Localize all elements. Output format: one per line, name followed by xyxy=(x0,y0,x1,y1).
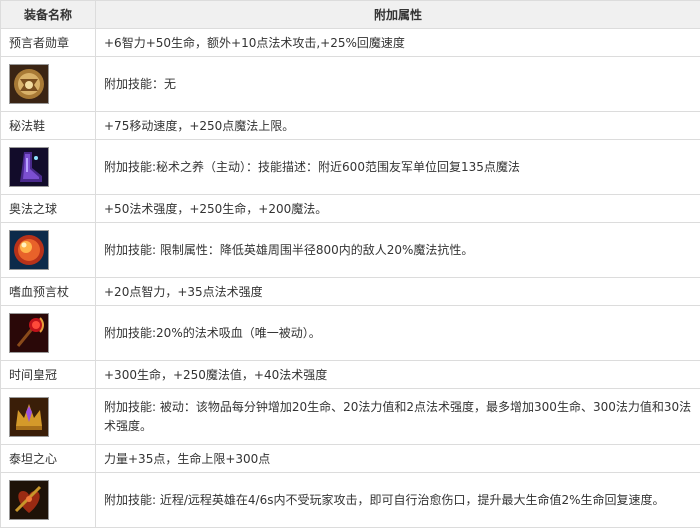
item-stats: +20点智力，+35点法术强度 xyxy=(96,278,700,306)
table-row: 附加技能：无 xyxy=(1,57,700,112)
item-skill: 附加技能: 被动：该物品每分钟增加20生命、20法力值和2点法术强度，最多增加3… xyxy=(96,389,700,445)
table-row: 附加技能: 限制属性：降低英雄周围半径800内的敌人20%魔法抗性。 xyxy=(1,223,700,278)
titan-heart-icon xyxy=(9,480,49,520)
arcane-boots-icon xyxy=(9,147,49,187)
item-skill: 附加技能: 限制属性：降低英雄周围半径800内的敌人20%魔法抗性。 xyxy=(96,223,700,278)
table-row: 附加技能: 近程/远程英雄在4/6s内不受玩家攻击，即可自行治愈伤口，提升最大生… xyxy=(1,473,700,528)
table-row: 预言者勋章 +6智力+50生命，额外+10点法术攻击,+25%回魔速度 xyxy=(1,29,700,57)
table-row: 附加技能:秘术之养（主动）：技能描述：附近600范围友军单位回复135点魔法 xyxy=(1,140,700,195)
time-crown-icon xyxy=(9,397,49,437)
header-extra-attributes: 附加属性 xyxy=(96,1,700,29)
item-name: 秘法鞋 xyxy=(1,112,96,140)
item-stats: +75移动速度，+250点魔法上限。 xyxy=(96,112,700,140)
table-row: 附加技能: 被动：该物品每分钟增加20生命、20法力值和2点法术强度，最多增加3… xyxy=(1,389,700,445)
item-skill: 附加技能：无 xyxy=(96,57,700,112)
item-name: 预言者勋章 xyxy=(1,29,96,57)
table-row: 秘法鞋 +75移动速度，+250点魔法上限。 xyxy=(1,112,700,140)
header-equipment-name: 装备名称 xyxy=(1,1,96,29)
item-skill: 附加技能:秘术之养（主动）：技能描述：附近600范围友军单位回复135点魔法 xyxy=(96,140,700,195)
item-stats: +6智力+50生命，额外+10点法术攻击,+25%回魔速度 xyxy=(96,29,700,57)
item-stats: 力量+35点，生命上限+300点 xyxy=(96,445,700,473)
item-stats: +300生命，+250魔法值，+40法术强度 xyxy=(96,361,700,389)
table-row: 嗜血预言杖 +20点智力，+35点法术强度 xyxy=(1,278,700,306)
table-row: 附加技能:20%的法术吸血（唯一被动）。 xyxy=(1,306,700,361)
item-stats: +50法术强度，+250生命，+200魔法。 xyxy=(96,195,700,223)
table-header-row: 装备名称 附加属性 xyxy=(1,1,700,29)
medallion-icon xyxy=(9,64,49,104)
table-row: 时间皇冠 +300生命，+250魔法值，+40法术强度 xyxy=(1,361,700,389)
table-row: 奥法之球 +50法术强度，+250生命，+200魔法。 xyxy=(1,195,700,223)
item-name: 时间皇冠 xyxy=(1,361,96,389)
item-name: 泰坦之心 xyxy=(1,445,96,473)
item-name: 嗜血预言杖 xyxy=(1,278,96,306)
table-row: 泰坦之心 力量+35点，生命上限+300点 xyxy=(1,445,700,473)
item-name: 奥法之球 xyxy=(1,195,96,223)
bloodthirst-staff-icon xyxy=(9,313,49,353)
arcane-orb-icon xyxy=(9,230,49,270)
equipment-table: 装备名称 附加属性 预言者勋章 +6智力+50生命，额外+10点法术攻击,+25… xyxy=(0,0,700,528)
item-skill: 附加技能:20%的法术吸血（唯一被动）。 xyxy=(96,306,700,361)
item-skill: 附加技能: 近程/远程英雄在4/6s内不受玩家攻击，即可自行治愈伤口，提升最大生… xyxy=(96,473,700,528)
